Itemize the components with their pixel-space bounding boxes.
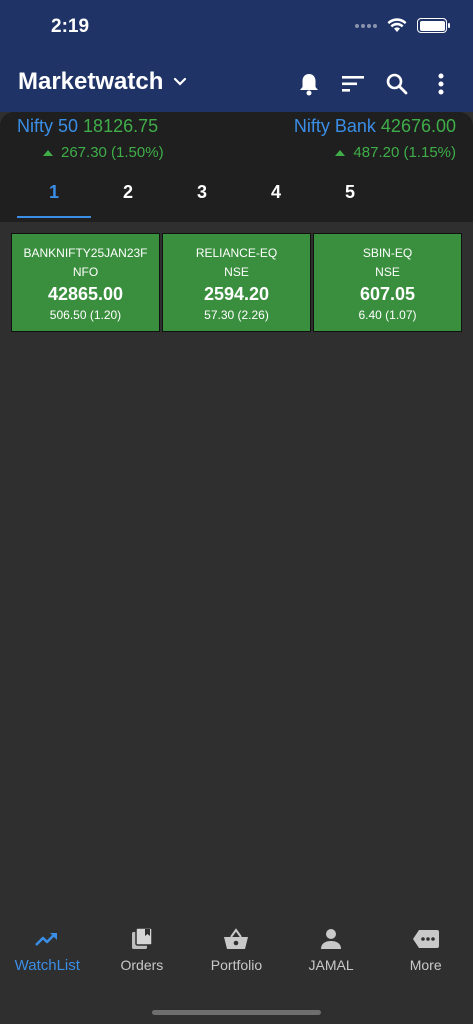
overflow-menu-button[interactable] bbox=[427, 70, 455, 98]
tab-2[interactable]: 2 bbox=[91, 172, 165, 218]
index-change: 487.20 (1.15%) bbox=[335, 144, 456, 161]
scrip-change: 57.30 (2.26) bbox=[204, 308, 269, 322]
scrip-change: 506.50 (1.20) bbox=[49, 308, 122, 322]
home-indicator bbox=[152, 1010, 321, 1015]
sort-icon bbox=[342, 76, 364, 92]
watchlist-tabs: 1 2 3 4 5 bbox=[17, 172, 387, 218]
index-nifty50[interactable]: Nifty 50 18126.75 bbox=[17, 116, 158, 137]
scrip-tile[interactable]: BANKNIFTY25JAN23F NFO 42865.00 506.50 (1… bbox=[11, 233, 160, 332]
signal-icon bbox=[355, 23, 377, 28]
index-value: 42676.00 bbox=[380, 116, 456, 136]
scrip-tile[interactable]: SBIN-EQ NSE 607.05 6.40 (1.07) bbox=[313, 233, 462, 332]
scrip-ltp: 2594.20 bbox=[203, 284, 270, 304]
up-arrow-icon bbox=[335, 149, 346, 156]
app-actions bbox=[295, 70, 455, 98]
bottom-nav: WatchList Orders Portfolio JAMAL More bbox=[0, 925, 473, 995]
bell-icon bbox=[300, 74, 318, 96]
index-change-text: 487.20 (1.15%) bbox=[353, 144, 456, 161]
tab-1[interactable]: 1 bbox=[17, 172, 91, 218]
battery-icon bbox=[417, 18, 450, 33]
nav-label: Portfolio bbox=[210, 957, 263, 973]
index-niftybank[interactable]: Nifty Bank 42676.00 bbox=[294, 116, 456, 137]
wifi-icon bbox=[387, 18, 407, 32]
scrip-tile[interactable]: RELIANCE-EQ NSE 2594.20 57.30 (2.26) bbox=[162, 233, 311, 332]
index-change: 267.30 (1.50%) bbox=[43, 144, 164, 161]
up-arrow-icon bbox=[43, 149, 53, 156]
scrip-tiles: BANKNIFTY25JAN23F NFO 42865.00 506.50 (1… bbox=[11, 233, 462, 332]
nav-more[interactable]: More bbox=[378, 925, 473, 995]
search-button[interactable] bbox=[383, 70, 411, 98]
basket-icon bbox=[224, 928, 249, 949]
nav-orders[interactable]: Orders bbox=[95, 925, 190, 995]
person-icon bbox=[321, 929, 342, 949]
scrip-ltp: 607.05 bbox=[359, 284, 416, 304]
scrip-symbol: BANKNIFTY25JAN23F bbox=[23, 246, 148, 260]
scrip-change: 6.40 (1.07) bbox=[358, 308, 417, 322]
scrip-symbol: SBIN-EQ bbox=[362, 246, 413, 260]
nav-label: More bbox=[409, 957, 442, 973]
app-bar: Marketwatch bbox=[0, 56, 473, 112]
orders-icon bbox=[131, 927, 153, 949]
scrip-exchange: NSE bbox=[224, 265, 249, 279]
scrip-symbol: RELIANCE-EQ bbox=[195, 246, 278, 260]
nav-portfolio[interactable]: Portfolio bbox=[189, 925, 284, 995]
status-icons bbox=[355, 18, 450, 33]
search-icon bbox=[386, 73, 408, 95]
page-title: Marketwatch bbox=[18, 68, 164, 95]
nav-watchlist[interactable]: WatchList bbox=[0, 925, 95, 995]
index-name: Nifty 50 bbox=[17, 116, 79, 136]
nav-label: WatchList bbox=[14, 957, 80, 974]
index-summary-card: Nifty 50 18126.75 Nifty Bank 42676.00 26… bbox=[0, 112, 473, 222]
tab-4[interactable]: 4 bbox=[239, 172, 313, 218]
kebab-menu-icon bbox=[438, 73, 444, 95]
notifications-button[interactable] bbox=[295, 70, 323, 98]
tab-3[interactable]: 3 bbox=[165, 172, 239, 218]
status-bar: 2:19 bbox=[0, 0, 473, 56]
nav-label: Orders bbox=[120, 957, 164, 973]
watchlist-title-dropdown[interactable]: Marketwatch bbox=[18, 68, 187, 96]
index-name: Nifty Bank bbox=[293, 116, 376, 136]
more-icon bbox=[412, 930, 439, 948]
nav-label: JAMAL bbox=[308, 957, 354, 973]
status-time: 2:19 bbox=[51, 16, 90, 37]
nav-profile[interactable]: JAMAL bbox=[284, 925, 379, 995]
tab-5[interactable]: 5 bbox=[313, 172, 387, 218]
scrip-exchange: NSE bbox=[375, 265, 400, 279]
index-value: 18126.75 bbox=[83, 116, 159, 136]
scrip-exchange: NFO bbox=[72, 265, 99, 279]
index-change-text: 267.30 (1.50%) bbox=[61, 144, 164, 161]
chevron-down-icon bbox=[174, 77, 187, 86]
sort-button[interactable] bbox=[339, 70, 367, 98]
trending-up-icon bbox=[35, 933, 58, 946]
scrip-ltp: 42865.00 bbox=[47, 284, 124, 304]
